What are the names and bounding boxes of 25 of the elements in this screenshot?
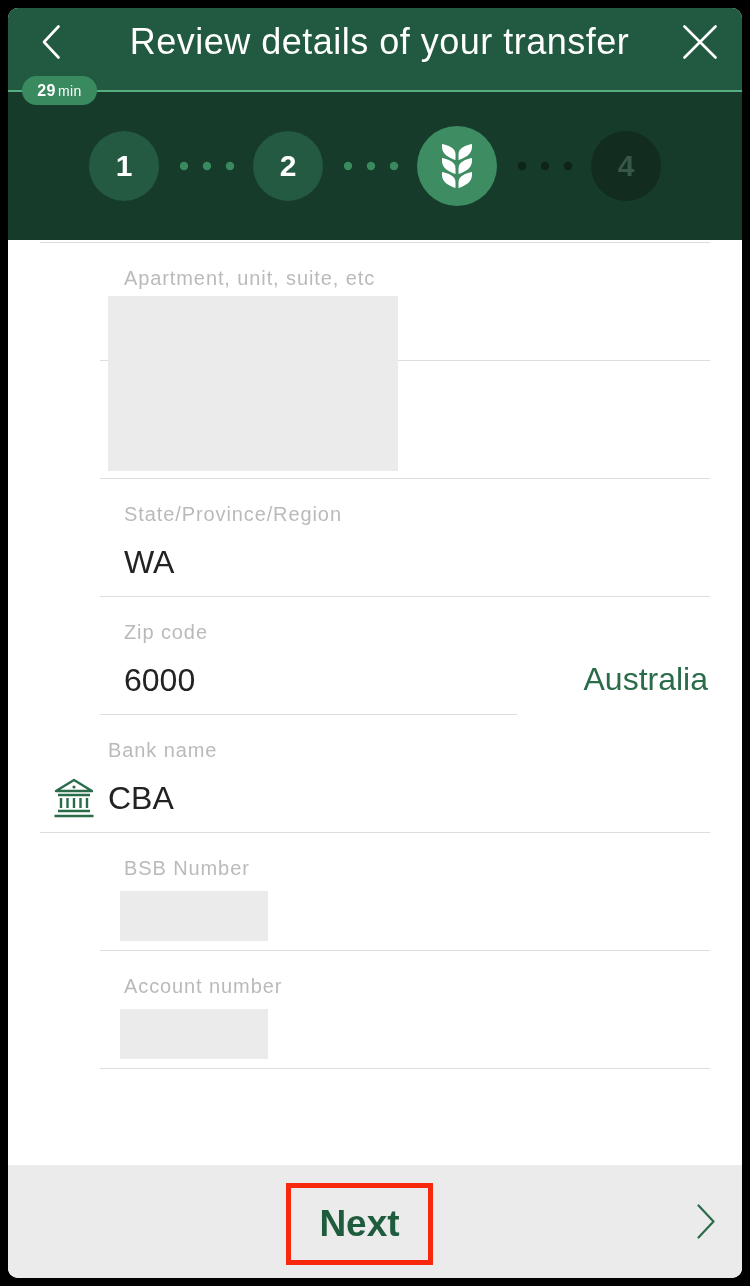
bank-icon [53,778,95,818]
field-label: Bank name [108,739,218,761]
progress-dot [202,161,212,171]
field-label: Account number [124,975,283,997]
progress-dot [389,161,399,171]
input-field[interactable]: CBA [108,779,174,817]
progress-dot [179,161,189,171]
input-field[interactable]: 6000 [124,661,196,699]
country-selector[interactable]: Australia [583,660,708,698]
next-button[interactable]: Next [286,1183,433,1265]
screen-title: Review details of your transfer [129,21,630,63]
field-label: Zip code [124,621,208,643]
input-field[interactable]: WA [124,543,175,581]
progress-dot [366,161,376,171]
field-label: Apartment, unit, suite, etc [124,267,376,289]
progress-dot [343,161,353,171]
close-icon[interactable] [683,25,717,59]
field-label: State/Province/Region [124,503,342,525]
step-indicator: 1 [89,131,159,201]
progress-dot [225,161,235,171]
field-label: BSB Number [124,857,250,879]
back-icon[interactable] [42,25,60,59]
step-indicator: 2 [253,131,323,201]
chevron-right-icon[interactable] [697,1204,715,1239]
wheat-icon [440,143,474,189]
